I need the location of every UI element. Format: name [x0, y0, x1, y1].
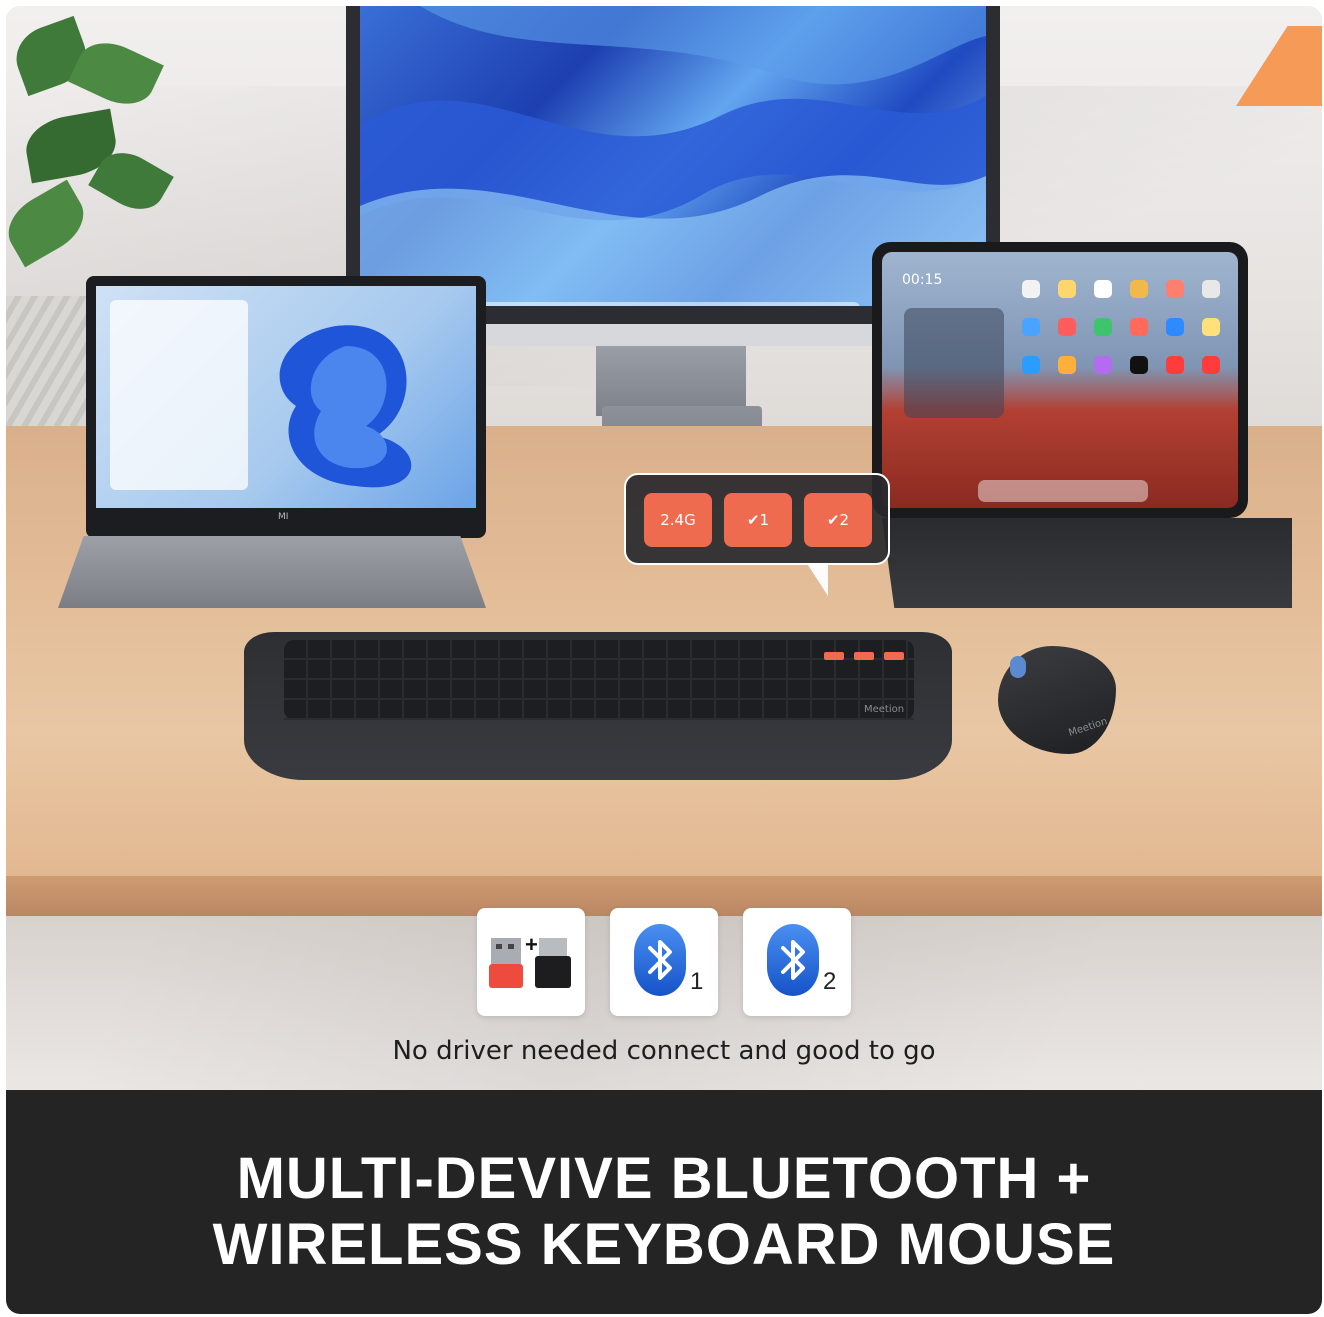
mouse-wheel	[1010, 656, 1026, 678]
product-image: MI 00:15 2.4G ✔1 ✔2 Meetion Meetion + 1 …	[6, 6, 1322, 1314]
bluetooth-2-card: 2	[743, 908, 851, 1016]
headline-line-1: MULTI-DEVIVE BLUETOOTH +	[236, 1146, 1092, 1211]
laptop: MI	[86, 276, 486, 538]
laptop-screen	[96, 286, 476, 508]
bluetooth-channel-number: 1	[690, 968, 704, 995]
usb-receiver-icon	[489, 938, 571, 988]
bluetooth-1-card: 1	[610, 908, 718, 1016]
usb-receiver-card: +	[477, 908, 585, 1016]
plus-sign: +	[525, 932, 538, 957]
bluetooth-channel-number: 2	[823, 968, 837, 995]
tablet-dock	[978, 480, 1148, 502]
mode-key-label: ✔1	[746, 511, 770, 529]
windows-bloom-icon	[279, 325, 412, 488]
headline: MULTI-DEVIVE BLUETOOTH + WIRELESS KEYBOA…	[6, 1146, 1322, 1278]
keyboard-brand: Meetion	[864, 704, 905, 715]
bluetooth-icon	[767, 924, 819, 996]
bluetooth-icon	[634, 924, 686, 996]
laptop-brand: MI	[278, 512, 289, 522]
tablet-screen: 00:15	[882, 252, 1238, 508]
tablet-clock: 00:15	[902, 272, 943, 288]
headline-banner: MULTI-DEVIVE BLUETOOTH + WIRELESS KEYBOA…	[6, 1090, 1322, 1314]
tagline: No driver needed connect and good to go	[392, 1036, 936, 1066]
mode-key-label: ✔2	[826, 511, 850, 529]
keyboard-keys	[284, 640, 914, 720]
tablet-keyboard	[882, 518, 1292, 608]
monitor-dock	[470, 302, 860, 306]
ergonomic-keyboard: Meetion	[244, 632, 952, 780]
tablet: 00:15	[872, 242, 1248, 518]
mode-switch-callout: 2.4G ✔1 ✔2	[624, 473, 890, 565]
mode-key-bluetooth-2: ✔2	[804, 493, 872, 547]
headline-line-2: WIRELESS KEYBOARD MOUSE	[212, 1212, 1116, 1277]
mode-key-bluetooth-1: ✔1	[724, 493, 792, 547]
laptop-keyboard	[58, 536, 486, 608]
mode-key-label: 2.4G	[660, 511, 696, 529]
mode-key-2.4g: 2.4G	[644, 493, 712, 547]
